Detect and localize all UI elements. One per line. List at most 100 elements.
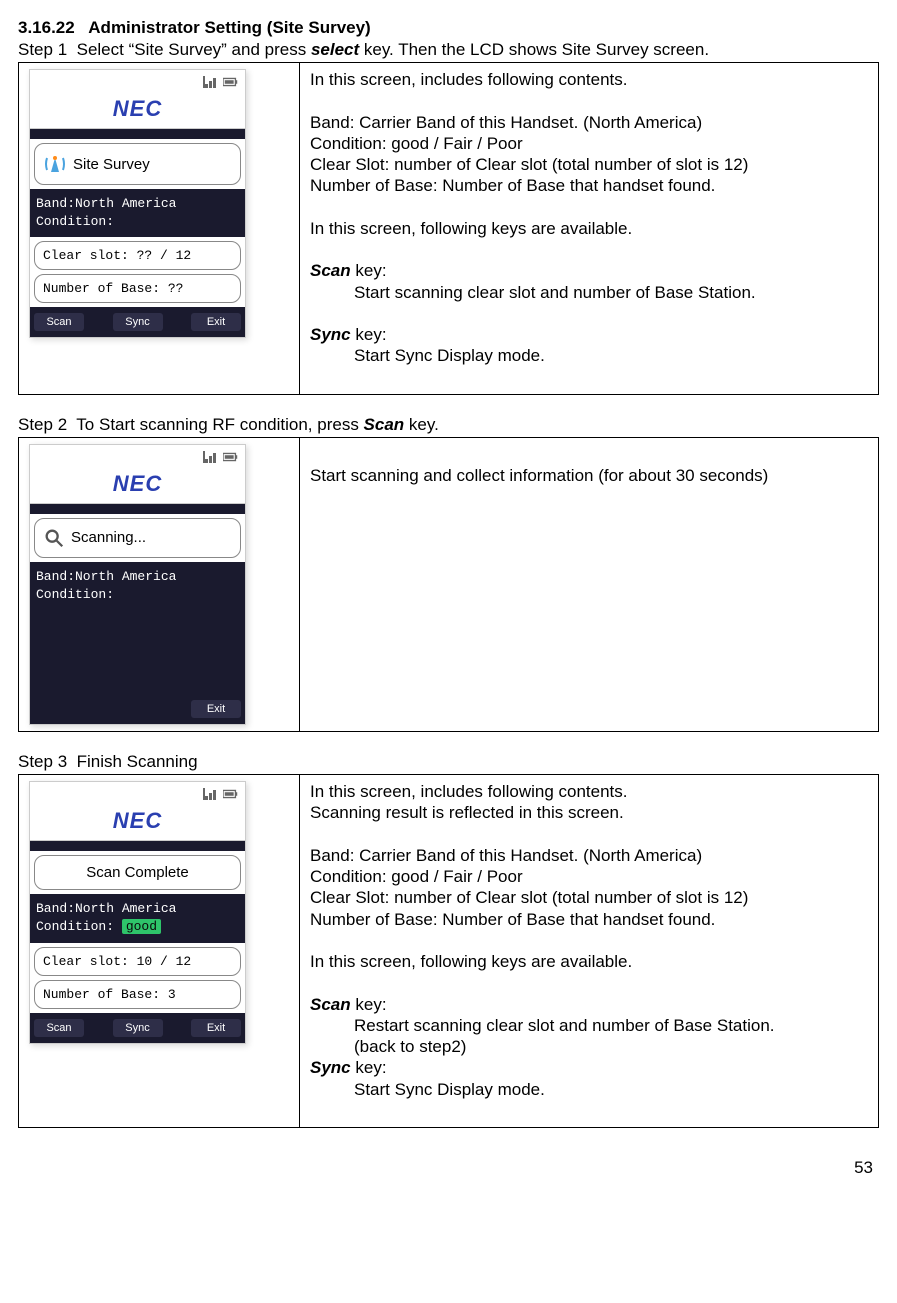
phone2-cond-line: Condition: (36, 586, 239, 604)
d3-sync-label: Sync (310, 1058, 351, 1077)
phone1-title: Site Survey (73, 156, 150, 173)
scan-complete-title-row: Scan Complete (34, 855, 241, 890)
step2-text-b: key. (404, 415, 439, 434)
phone-mock-1: NEC Site Survey Band:North America Condi… (29, 69, 246, 338)
sync-softkey[interactable]: Sync (113, 313, 163, 331)
step2-text-a: To Start scanning RF condition, press (76, 415, 363, 434)
battery-icon (223, 788, 239, 800)
d1-l3: Condition: good / Fair / Poor (310, 133, 868, 154)
nec-logo: NEC (30, 469, 245, 504)
nec-logo: NEC (30, 806, 245, 841)
d3-l5: Number of Base: Number of Base that hand… (310, 909, 868, 930)
signal-icon (203, 788, 219, 800)
step1-line: Step 1 Select “Site Survey” and press se… (18, 40, 879, 60)
phone3-band-line: Band:North America (36, 900, 239, 918)
phone1-band-line: Band:North America (36, 195, 239, 213)
d2-l1: Start scanning and collect information (… (310, 465, 868, 486)
phone3-cond-value: good (122, 919, 161, 934)
d1-l4: Clear Slot: number of Clear slot (total … (310, 154, 868, 175)
step2-scan-word: Scan (364, 415, 405, 434)
phone1-num-base: Number of Base: ?? (43, 281, 183, 296)
signal-icon (203, 76, 219, 88)
phone3-cond-label: Condition: (36, 919, 114, 934)
blank-softkey (113, 706, 163, 712)
exit-softkey[interactable]: Exit (191, 1019, 241, 1037)
step2-desc-cell: Start scanning and collect information (… (300, 437, 879, 731)
d1-scan-key: Scan key: (310, 260, 868, 281)
d3-scan-key: Scan key: (310, 994, 868, 1015)
d1-sync-text: Start Sync Display mode. (354, 345, 868, 366)
step2-line: Step 2 To Start scanning RF condition, p… (18, 415, 879, 435)
phone1-softkeys: Scan Sync Exit (30, 307, 245, 337)
site-survey-title-row: Site Survey (34, 143, 241, 185)
phone2-band-line: Band:North America (36, 568, 239, 586)
scan-softkey[interactable]: Scan (34, 313, 84, 331)
step1-phone-cell: NEC Site Survey Band:North America Condi… (19, 63, 300, 395)
section-heading: 3.16.22 Administrator Setting (Site Surv… (18, 18, 879, 38)
exit-softkey[interactable]: Exit (191, 700, 241, 718)
phone3-clear-slot: Clear slot: 10 / 12 (43, 954, 191, 969)
d3-sync-key: Sync key: (310, 1057, 868, 1078)
d3-l4: Clear Slot: number of Clear slot (total … (310, 887, 868, 908)
sync-softkey[interactable]: Sync (113, 1019, 163, 1037)
page-number: 53 (18, 1158, 873, 1178)
battery-icon (223, 76, 239, 88)
d3-scan-text2: (back to step2) (354, 1036, 868, 1057)
d1-scan-text: Start scanning clear slot and number of … (354, 282, 868, 303)
d3-l3: Condition: good / Fair / Poor (310, 866, 868, 887)
step3-phone-cell: NEC Scan Complete Band:North America Con… (19, 775, 300, 1128)
phone3-softkeys: Scan Sync Exit (30, 1013, 245, 1043)
section-title: Administrator Setting (Site Survey) (88, 18, 370, 37)
step1-text-b: key. Then the LCD shows Site Survey scre… (359, 40, 709, 59)
phone3-title: Scan Complete (86, 864, 189, 881)
antenna-icon (43, 152, 67, 176)
exit-softkey[interactable]: Exit (191, 313, 241, 331)
phone1-num-base-row: Number of Base: ?? (34, 274, 241, 303)
magnifier-icon (43, 527, 65, 549)
step2-table: NEC Scanning... Band:North America Condi… (18, 437, 879, 732)
step1-text-a: Select “Site Survey” and press (77, 40, 311, 59)
step2-label: Step 2 (18, 415, 67, 434)
d1-scan-suffix: key: (351, 261, 387, 280)
phone-mock-2: NEC Scanning... Band:North America Condi… (29, 444, 246, 725)
status-bar (30, 445, 245, 469)
section-number: 3.16.22 (18, 18, 75, 37)
nec-logo: NEC (30, 94, 245, 129)
step3-label: Step 3 (18, 752, 67, 771)
d3-l2: Band: Carrier Band of this Handset. (Nor… (310, 845, 868, 866)
step1-desc-cell: In this screen, includes following conte… (300, 63, 879, 395)
d1-scan-label: Scan (310, 261, 351, 280)
d3-sync-suffix: key: (351, 1058, 387, 1077)
scanning-title-row: Scanning... (34, 518, 241, 558)
step3-table: NEC Scan Complete Band:North America Con… (18, 774, 879, 1128)
step1-table: NEC Site Survey Band:North America Condi… (18, 62, 879, 395)
step1-select-word: select (311, 40, 359, 59)
step3-text: Finish Scanning (77, 752, 198, 771)
phone3-clear-slot-row: Clear slot: 10 / 12 (34, 947, 241, 976)
d1-sync-key: Sync key: (310, 324, 868, 345)
d3-scan-suffix: key: (351, 995, 387, 1014)
d3-l1b: Scanning result is reflected in this scr… (310, 802, 868, 823)
phone2-softkeys: Exit (30, 694, 245, 724)
phone-mock-3: NEC Scan Complete Band:North America Con… (29, 781, 246, 1043)
blank-softkey (34, 706, 84, 712)
d1-sync-label: Sync (310, 325, 351, 344)
d3-l6: In this screen, following keys are avail… (310, 951, 868, 972)
d3-scan-text1: Restart scanning clear slot and number o… (354, 1015, 868, 1036)
phone3-dark-band: Band:North America Condition: good (30, 894, 245, 942)
phone2-dark-band: Band:North America Condition: (30, 562, 245, 694)
d1-l2: Band: Carrier Band of this Handset. (Nor… (310, 112, 868, 133)
d1-l6: In this screen, following keys are avail… (310, 218, 868, 239)
d3-scan-label: Scan (310, 995, 351, 1014)
phone3-num-base-row: Number of Base: 3 (34, 980, 241, 1009)
phone1-clear-slot: Clear slot: ?? / 12 (43, 248, 191, 263)
phone2-title: Scanning... (71, 529, 146, 546)
step3-line: Step 3 Finish Scanning (18, 752, 879, 772)
d1-l1: In this screen, includes following conte… (310, 69, 868, 90)
phone1-dark-band: Band:North America Condition: (30, 189, 245, 237)
status-bar (30, 70, 245, 94)
step3-desc-cell: In this screen, includes following conte… (300, 775, 879, 1128)
status-bar (30, 782, 245, 806)
scan-softkey[interactable]: Scan (34, 1019, 84, 1037)
phone3-cond-row: Condition: good (36, 918, 239, 936)
